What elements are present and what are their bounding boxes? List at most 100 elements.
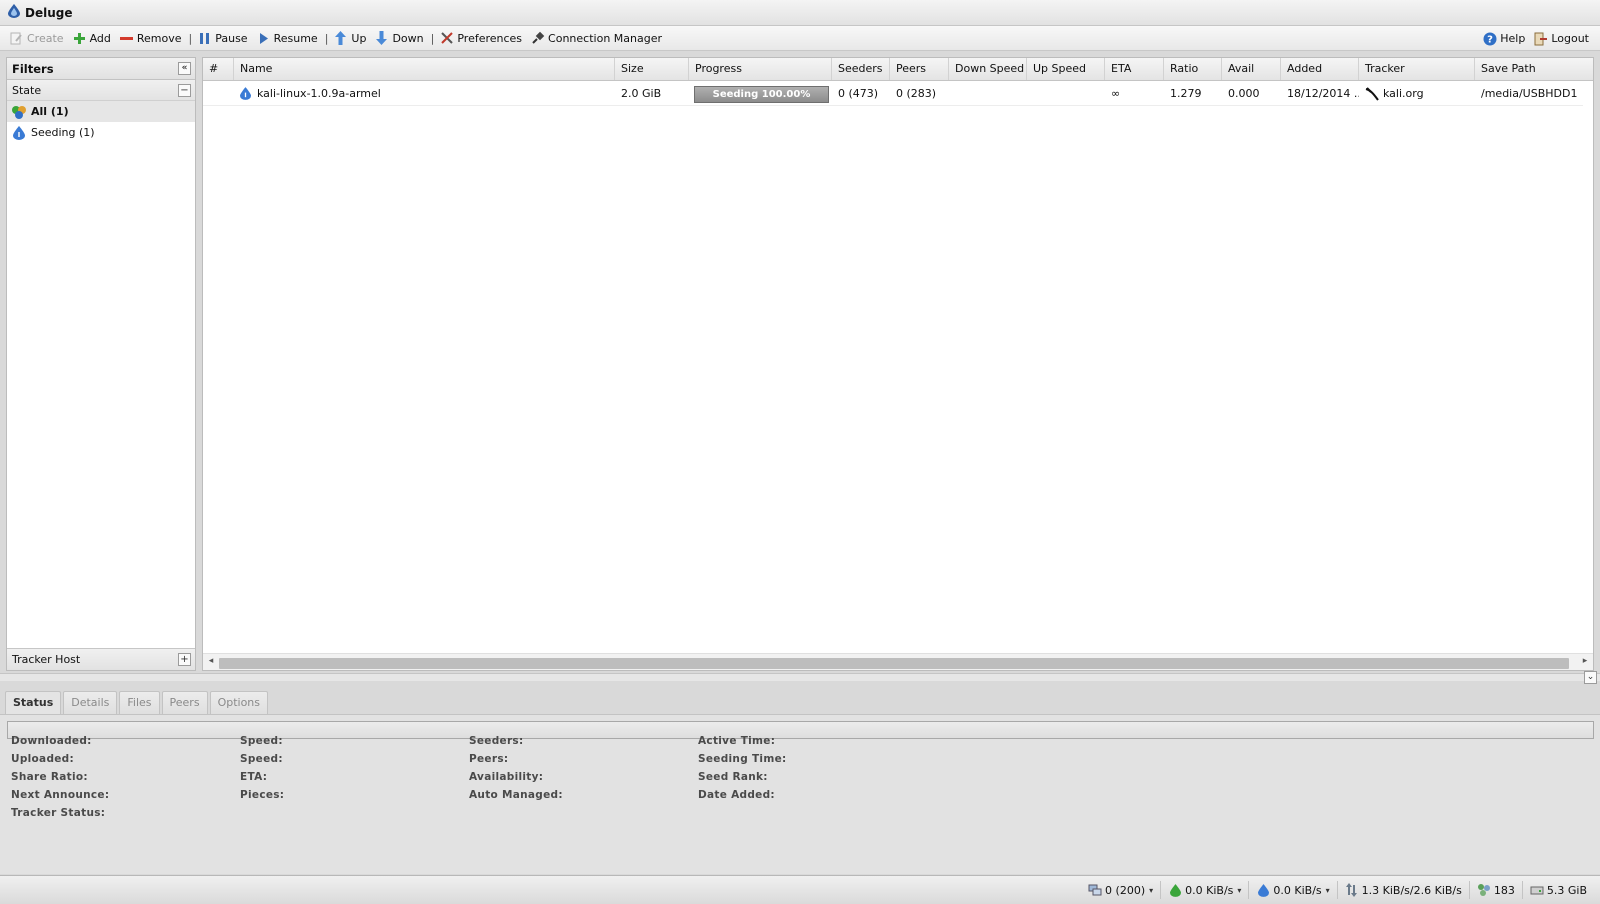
collapse-sidebar-button[interactable]: « bbox=[178, 62, 191, 75]
column-header-number[interactable]: # bbox=[203, 58, 234, 80]
torrent-eta: ∞ bbox=[1111, 87, 1121, 100]
queue-down-button[interactable]: Down bbox=[371, 28, 428, 49]
column-header-save-path[interactable]: Save Path bbox=[1475, 58, 1593, 80]
download-speed-icon bbox=[1168, 883, 1182, 897]
logout-button[interactable]: Logout bbox=[1530, 28, 1594, 49]
connection-manager-label: Connection Manager bbox=[548, 31, 662, 45]
remove-button[interactable]: Remove bbox=[116, 28, 187, 49]
app-title: Deluge bbox=[25, 5, 73, 20]
uploaded-label: Uploaded: bbox=[11, 753, 74, 765]
create-label: Create bbox=[27, 31, 64, 45]
state-label: State bbox=[12, 83, 42, 97]
resume-button[interactable]: Resume bbox=[253, 28, 323, 49]
horizontal-scrollbar[interactable]: ◂ ▸ bbox=[203, 653, 1593, 670]
column-header-added[interactable]: Added bbox=[1281, 58, 1359, 80]
torrent-tracker: kali.org bbox=[1383, 87, 1424, 100]
date-added-label: Date Added: bbox=[698, 789, 775, 801]
logout-label: Logout bbox=[1551, 32, 1589, 45]
toolbar: Create Add Remove | Pause Resume | Up Do… bbox=[0, 26, 1600, 51]
scroll-right-arrow[interactable]: ▸ bbox=[1579, 656, 1591, 666]
download-speed-value: 0.0 KiB/s bbox=[1185, 883, 1234, 897]
queue-up-button[interactable]: Up bbox=[330, 28, 371, 49]
expand-details-button[interactable]: ⌄ bbox=[1584, 671, 1597, 684]
download-speed-status[interactable]: 0.0 KiB/s ▾ bbox=[1160, 881, 1248, 899]
filter-item-label: All (1) bbox=[31, 105, 69, 118]
column-header-tracker[interactable]: Tracker bbox=[1359, 58, 1475, 80]
torrent-name: kali-linux-1.0.9a-armel bbox=[257, 87, 381, 100]
help-button[interactable]: ? Help bbox=[1479, 28, 1530, 49]
tracker-host-label: Tracker Host bbox=[12, 653, 81, 666]
protocol-traffic-value: 1.3 KiB/s/2.6 KiB/s bbox=[1361, 883, 1462, 897]
down-label: Down bbox=[392, 31, 424, 45]
state-filter-header[interactable]: State − bbox=[7, 80, 195, 101]
svg-text:?: ? bbox=[1487, 34, 1493, 45]
create-button[interactable]: Create bbox=[6, 28, 69, 49]
seeding-state-icon bbox=[240, 87, 251, 100]
title-bar: Deluge bbox=[0, 0, 1600, 26]
tab-options[interactable]: Options bbox=[209, 691, 269, 714]
state-collapse-button[interactable]: − bbox=[178, 84, 191, 97]
torrent-grid: # Name Size Progress Seeders Peers Down … bbox=[202, 57, 1594, 671]
column-header-avail[interactable]: Avail bbox=[1222, 58, 1281, 80]
torrent-save-path: /media/USBHDD1 bbox=[1481, 87, 1578, 100]
column-header-seeders[interactable]: Seeders bbox=[832, 58, 890, 80]
plug-icon bbox=[530, 31, 545, 46]
all-states-icon bbox=[11, 104, 27, 120]
connection-manager-button[interactable]: Connection Manager bbox=[527, 28, 667, 49]
torrent-added: 18/12/2014 ... bbox=[1287, 87, 1359, 100]
add-button[interactable]: Add bbox=[69, 28, 116, 49]
connections-value: 0 (200) bbox=[1105, 883, 1146, 897]
seeding-icon bbox=[11, 125, 27, 141]
resume-label: Resume bbox=[273, 31, 318, 45]
column-header-progress[interactable]: Progress bbox=[689, 58, 832, 80]
help-icon: ? bbox=[1482, 31, 1497, 46]
hard-drive-icon bbox=[1530, 883, 1544, 897]
tab-peers[interactable]: Peers bbox=[161, 691, 208, 714]
column-header-peers[interactable]: Peers bbox=[890, 58, 949, 80]
torrent-row[interactable]: kali-linux-1.0.9a-armel 2.0 GiB Seeding … bbox=[203, 82, 1583, 106]
toolbar-separator: | bbox=[324, 31, 329, 45]
filters-header: Filters « bbox=[7, 58, 195, 80]
progress-bar: Seeding 100.00% bbox=[694, 86, 829, 103]
filter-item-seeding[interactable]: Seeding (1) bbox=[7, 122, 195, 143]
play-icon bbox=[256, 31, 271, 46]
help-label: Help bbox=[1500, 32, 1526, 45]
toolbar-separator: | bbox=[188, 31, 193, 45]
seeders-label: Seeders: bbox=[469, 735, 524, 747]
details-tabs: Status Details Files Peers Options bbox=[5, 691, 270, 715]
scrollbar-thumb[interactable] bbox=[219, 658, 1569, 669]
tab-files[interactable]: Files bbox=[119, 691, 160, 714]
tab-status[interactable]: Status bbox=[5, 691, 62, 715]
column-header-ratio[interactable]: Ratio bbox=[1164, 58, 1222, 80]
preferences-button[interactable]: Preferences bbox=[436, 28, 527, 49]
filter-item-all[interactable]: All (1) bbox=[7, 101, 195, 122]
remove-label: Remove bbox=[136, 31, 182, 45]
preferences-label: Preferences bbox=[457, 31, 523, 45]
eta-label: ETA: bbox=[240, 771, 268, 783]
pause-button[interactable]: Pause bbox=[194, 28, 252, 49]
column-header-size[interactable]: Size bbox=[615, 58, 689, 80]
scroll-left-arrow[interactable]: ◂ bbox=[205, 656, 217, 666]
torrent-peers: 0 (283) bbox=[896, 87, 937, 100]
arrow-down-icon bbox=[374, 31, 389, 46]
filter-item-label: Seeding (1) bbox=[31, 126, 95, 139]
toolbar-separator: | bbox=[430, 31, 435, 45]
chevron-down-icon: ▾ bbox=[1325, 885, 1330, 895]
torrent-number bbox=[203, 82, 234, 105]
column-header-down-speed[interactable]: Down Speed bbox=[949, 58, 1027, 80]
upload-speed-status[interactable]: 0.0 KiB/s ▾ bbox=[1248, 881, 1336, 899]
column-header-eta[interactable]: ETA bbox=[1105, 58, 1164, 80]
progress-text: Seeding 100.00% bbox=[712, 89, 811, 100]
tab-details[interactable]: Details bbox=[63, 691, 118, 714]
share-ratio-label: Share Ratio: bbox=[11, 771, 88, 783]
tracker-host-expand-button[interactable]: + bbox=[178, 653, 191, 666]
chevron-down-icon: ▾ bbox=[1237, 885, 1242, 895]
status-bar: 0 (200) ▾ 0.0 KiB/s ▾ 0.0 KiB/s ▾ 1.3 Ki… bbox=[0, 875, 1600, 904]
connections-status[interactable]: 0 (200) ▾ bbox=[1081, 881, 1160, 899]
column-header-name[interactable]: Name bbox=[234, 58, 615, 80]
status-details-panel: Downloaded: Uploaded: Share Ratio: Next … bbox=[0, 714, 1600, 874]
panel-splitter[interactable]: ⌄ bbox=[0, 671, 1600, 684]
column-header-up-speed[interactable]: Up Speed bbox=[1027, 58, 1105, 80]
traffic-arrows-icon bbox=[1345, 883, 1359, 897]
tracker-host-header[interactable]: Tracker Host + bbox=[7, 648, 195, 670]
